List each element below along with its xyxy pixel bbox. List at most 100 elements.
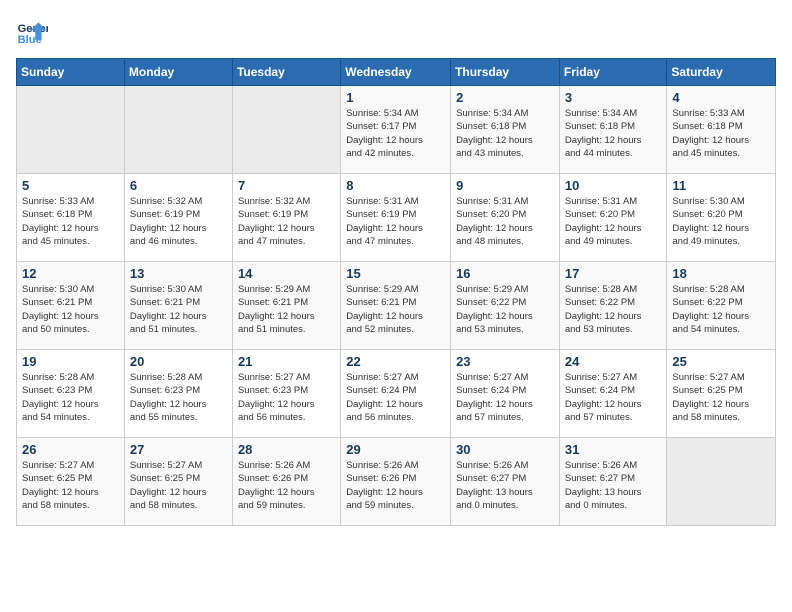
day-info: Sunrise: 5:34 AM Sunset: 6:18 PM Dayligh… — [456, 107, 554, 160]
calendar-week-2: 5 Sunrise: 5:33 AM Sunset: 6:18 PM Daylig… — [17, 174, 776, 262]
day-info: Sunrise: 5:31 AM Sunset: 6:20 PM Dayligh… — [456, 195, 554, 248]
day-info: Sunrise: 5:29 AM Sunset: 6:21 PM Dayligh… — [238, 283, 335, 336]
day-number: 5 — [22, 178, 119, 193]
day-number: 12 — [22, 266, 119, 281]
day-info: Sunrise: 5:27 AM Sunset: 6:25 PM Dayligh… — [672, 371, 770, 424]
day-number: 1 — [346, 90, 445, 105]
page-header: General Blue — [16, 16, 776, 48]
day-info: Sunrise: 5:28 AM Sunset: 6:22 PM Dayligh… — [565, 283, 662, 336]
day-number: 6 — [130, 178, 227, 193]
day-number: 3 — [565, 90, 662, 105]
day-number: 4 — [672, 90, 770, 105]
day-info: Sunrise: 5:27 AM Sunset: 6:24 PM Dayligh… — [456, 371, 554, 424]
day-info: Sunrise: 5:27 AM Sunset: 6:24 PM Dayligh… — [565, 371, 662, 424]
logo-icon: General Blue — [16, 16, 48, 48]
calendar-cell: 14 Sunrise: 5:29 AM Sunset: 6:21 PM Dayli… — [232, 262, 340, 350]
day-info: Sunrise: 5:34 AM Sunset: 6:18 PM Dayligh… — [565, 107, 662, 160]
calendar-cell: 20 Sunrise: 5:28 AM Sunset: 6:23 PM Dayli… — [124, 350, 232, 438]
logo: General Blue — [16, 16, 52, 48]
day-number: 25 — [672, 354, 770, 369]
calendar-cell: 19Sunrise: 5:28 AM Sunset: 6:23 PM Dayli… — [17, 350, 125, 438]
day-number: 20 — [130, 354, 227, 369]
day-number: 29 — [346, 442, 445, 457]
calendar-cell: 28 Sunrise: 5:26 AM Sunset: 6:26 PM Dayli… — [232, 438, 340, 526]
day-info: Sunrise: 5:29 AM Sunset: 6:22 PM Dayligh… — [456, 283, 554, 336]
day-number: 2 — [456, 90, 554, 105]
calendar-cell: 15Sunrise: 5:29 AM Sunset: 6:21 PM Dayli… — [341, 262, 451, 350]
day-number: 31 — [565, 442, 662, 457]
day-number: 16 — [456, 266, 554, 281]
day-info: Sunrise: 5:27 AM Sunset: 6:25 PM Dayligh… — [130, 459, 227, 512]
header-tuesday: Tuesday — [232, 59, 340, 86]
day-number: 28 — [238, 442, 335, 457]
calendar-cell: 29Sunrise: 5:26 AM Sunset: 6:26 PM Dayli… — [341, 438, 451, 526]
calendar-week-1: 1 Sunrise: 5:34 AM Sunset: 6:17 PM Daylig… — [17, 86, 776, 174]
calendar-cell: 4 Sunrise: 5:33 AM Sunset: 6:18 PM Daylig… — [667, 86, 776, 174]
calendar-week-5: 26 Sunrise: 5:27 AM Sunset: 6:25 PM Dayli… — [17, 438, 776, 526]
day-info: Sunrise: 5:31 AM Sunset: 6:19 PM Dayligh… — [346, 195, 445, 248]
calendar-cell: 6Sunrise: 5:32 AM Sunset: 6:19 PM Daylig… — [124, 174, 232, 262]
calendar-cell: 21 Sunrise: 5:27 AM Sunset: 6:23 PM Dayli… — [232, 350, 340, 438]
day-info: Sunrise: 5:31 AM Sunset: 6:20 PM Dayligh… — [565, 195, 662, 248]
day-info: Sunrise: 5:26 AM Sunset: 6:27 PM Dayligh… — [565, 459, 662, 512]
calendar-cell: 2 Sunrise: 5:34 AM Sunset: 6:18 PM Daylig… — [451, 86, 560, 174]
calendar-cell: 23 Sunrise: 5:27 AM Sunset: 6:24 PM Dayli… — [451, 350, 560, 438]
day-number: 23 — [456, 354, 554, 369]
header-sunday: Sunday — [17, 59, 125, 86]
calendar-table: SundayMondayTuesdayWednesdayThursdayFrid… — [16, 58, 776, 526]
calendar-cell: 5 Sunrise: 5:33 AM Sunset: 6:18 PM Daylig… — [17, 174, 125, 262]
day-number: 7 — [238, 178, 335, 193]
calendar-cell: 11Sunrise: 5:30 AM Sunset: 6:20 PM Dayli… — [667, 174, 776, 262]
calendar-cell: 8Sunrise: 5:31 AM Sunset: 6:19 PM Daylig… — [341, 174, 451, 262]
header-wednesday: Wednesday — [341, 59, 451, 86]
day-number: 19 — [22, 354, 119, 369]
day-number: 27 — [130, 442, 227, 457]
calendar-cell: 9Sunrise: 5:31 AM Sunset: 6:20 PM Daylig… — [451, 174, 560, 262]
header-friday: Friday — [559, 59, 667, 86]
calendar-cell: 1 Sunrise: 5:34 AM Sunset: 6:17 PM Daylig… — [341, 86, 451, 174]
day-number: 18 — [672, 266, 770, 281]
day-number: 22 — [346, 354, 445, 369]
day-info: Sunrise: 5:33 AM Sunset: 6:18 PM Dayligh… — [22, 195, 119, 248]
calendar-cell: 12 Sunrise: 5:30 AM Sunset: 6:21 PM Dayli… — [17, 262, 125, 350]
day-info: Sunrise: 5:26 AM Sunset: 6:27 PM Dayligh… — [456, 459, 554, 512]
day-number: 24 — [565, 354, 662, 369]
day-info: Sunrise: 5:28 AM Sunset: 6:23 PM Dayligh… — [130, 371, 227, 424]
header-saturday: Saturday — [667, 59, 776, 86]
calendar-cell: 22 Sunrise: 5:27 AM Sunset: 6:24 PM Dayli… — [341, 350, 451, 438]
day-info: Sunrise: 5:27 AM Sunset: 6:23 PM Dayligh… — [238, 371, 335, 424]
calendar-cell: 30Sunrise: 5:26 AM Sunset: 6:27 PM Dayli… — [451, 438, 560, 526]
day-info: Sunrise: 5:34 AM Sunset: 6:17 PM Dayligh… — [346, 107, 445, 160]
calendar-cell — [232, 86, 340, 174]
calendar-cell: 24 Sunrise: 5:27 AM Sunset: 6:24 PM Dayli… — [559, 350, 667, 438]
day-number: 21 — [238, 354, 335, 369]
calendar-week-3: 12 Sunrise: 5:30 AM Sunset: 6:21 PM Dayli… — [17, 262, 776, 350]
day-info: Sunrise: 5:28 AM Sunset: 6:22 PM Dayligh… — [672, 283, 770, 336]
day-number: 10 — [565, 178, 662, 193]
calendar-cell — [667, 438, 776, 526]
calendar-cell: 26 Sunrise: 5:27 AM Sunset: 6:25 PM Dayli… — [17, 438, 125, 526]
calendar-week-4: 19 Sunrise: 5:28 AM Sunset: 6:23 PM Dayli… — [17, 350, 776, 438]
calendar-header-row: SundayMondayTuesdayWednesdayThursdayFrid… — [17, 59, 776, 86]
calendar-cell: 13Sunrise: 5:30 AM Sunset: 6:21 PM Dayli… — [124, 262, 232, 350]
day-info: Sunrise: 5:32 AM Sunset: 6:19 PM Dayligh… — [238, 195, 335, 248]
day-info: Sunrise: 5:33 AM Sunset: 6:18 PM Dayligh… — [672, 107, 770, 160]
day-info: Sunrise: 5:27 AM Sunset: 6:24 PM Dayligh… — [346, 371, 445, 424]
calendar-cell: 27 Sunrise: 5:27 AM Sunset: 6:25 PM Dayli… — [124, 438, 232, 526]
day-info: Sunrise: 5:29 AM Sunset: 6:21 PM Dayligh… — [346, 283, 445, 336]
calendar-cell — [124, 86, 232, 174]
day-info: Sunrise: 5:27 AM Sunset: 6:25 PM Dayligh… — [22, 459, 119, 512]
day-number: 17 — [565, 266, 662, 281]
header-monday: Monday — [124, 59, 232, 86]
calendar-cell: 10 Sunrise: 5:31 AM Sunset: 6:20 PM Dayli… — [559, 174, 667, 262]
day-number: 26 — [22, 442, 119, 457]
calendar-cell: 17 Sunrise: 5:28 AM Sunset: 6:22 PM Dayli… — [559, 262, 667, 350]
day-number: 13 — [130, 266, 227, 281]
calendar-cell: 3 Sunrise: 5:34 AM Sunset: 6:18 PM Daylig… — [559, 86, 667, 174]
calendar-cell: 16 Sunrise: 5:29 AM Sunset: 6:22 PM Dayli… — [451, 262, 560, 350]
calendar-cell: 18 Sunrise: 5:28 AM Sunset: 6:22 PM Dayli… — [667, 262, 776, 350]
day-info: Sunrise: 5:30 AM Sunset: 6:20 PM Dayligh… — [672, 195, 770, 248]
day-info: Sunrise: 5:30 AM Sunset: 6:21 PM Dayligh… — [22, 283, 119, 336]
day-number: 14 — [238, 266, 335, 281]
day-info: Sunrise: 5:26 AM Sunset: 6:26 PM Dayligh… — [238, 459, 335, 512]
